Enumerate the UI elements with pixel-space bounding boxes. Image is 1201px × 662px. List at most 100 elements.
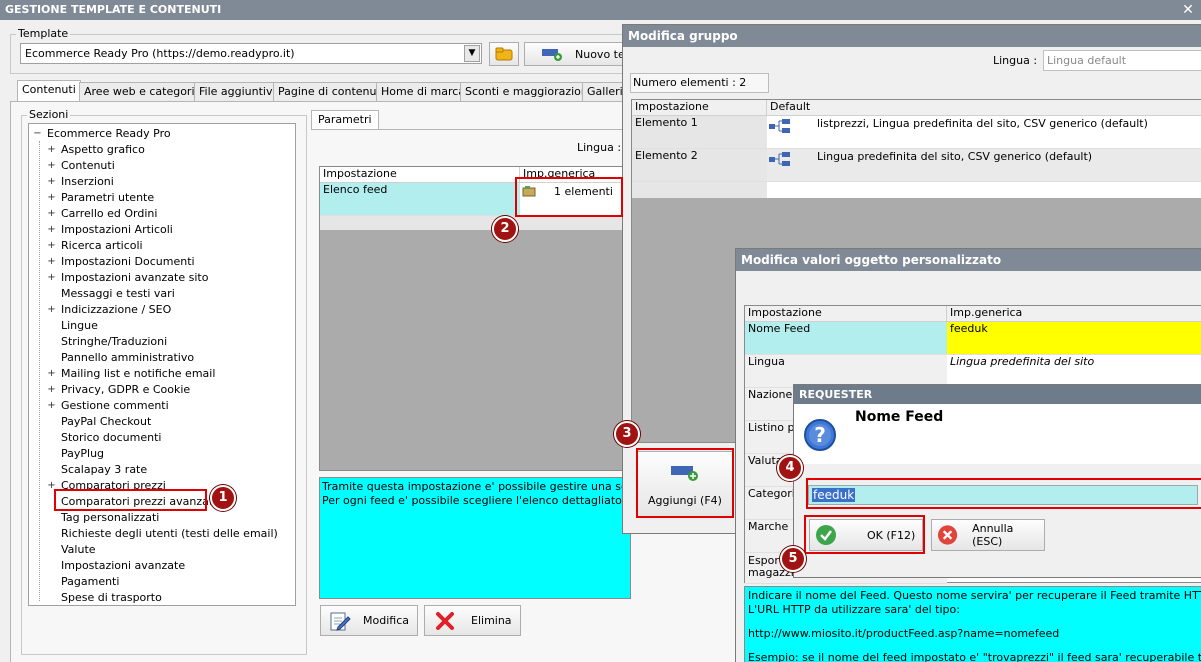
tree-item[interactable]: + Ricerca articoli (47, 238, 143, 254)
tree-item[interactable]: + Contenuti (47, 158, 114, 174)
tree-item[interactable]: Pannello amministrativo (47, 350, 194, 366)
tree-item-label: Pannello amministrativo (61, 351, 195, 364)
expand-icon[interactable]: + (47, 145, 56, 155)
tree-item[interactable]: Stringhe/Traduzioni (47, 334, 167, 350)
template-select-value: Ecommerce Ready Pro (https://demo.readyp… (25, 47, 295, 60)
tab-home-marca[interactable]: Home di marca (376, 82, 471, 102)
tree-item[interactable]: + Inserzioni (47, 174, 114, 190)
question-icon: ? (804, 419, 836, 451)
expand-icon[interactable]: + (47, 241, 56, 251)
tree-item[interactable]: Messaggi e testi vari (47, 286, 175, 302)
tree-structure-icon (769, 119, 790, 133)
tab-sconti[interactable]: Sconti e maggiorazioni (460, 82, 596, 102)
tree-item[interactable]: + Aspetto grafico (47, 142, 145, 158)
tree-item-label: Inserzioni (61, 175, 114, 188)
gruppo-lingua-label: Lingua : (993, 54, 1038, 67)
expand-icon[interactable]: + (47, 401, 56, 411)
sections-tree[interactable]: − Ecommerce Ready Pro + Aspetto grafico + C… (28, 123, 296, 606)
expand-icon[interactable]: + (47, 257, 56, 267)
tree-item[interactable]: Impostazioni avanzate (47, 558, 185, 574)
annulla-label: Annulla (ESC) (972, 522, 1014, 548)
tree-item-label: Impostazioni avanzate sito (61, 271, 209, 284)
tree-item[interactable]: + Privacy, GDPR e Cookie (47, 382, 190, 398)
params-col-setting: Impostazione (320, 167, 520, 183)
gruppo-title-bar[interactable]: Modifica gruppo (623, 25, 1201, 47)
tree-item[interactable]: Lingue (47, 318, 98, 334)
gruppo-row1-value-cell[interactable]: listprezzi, Lingua predefinita del sito,… (767, 116, 1201, 149)
gruppo-row2-value-cell[interactable]: Lingua predefinita del sito, CSV generic… (767, 149, 1201, 182)
expand-icon[interactable]: + (47, 193, 56, 203)
tree-item[interactable]: Pagamenti (47, 574, 119, 590)
tree-item-label: Impostazioni Articoli (61, 223, 173, 236)
tree-item-label: Ricerca articoli (61, 239, 143, 252)
step-badge-3: 3 (614, 421, 640, 447)
template-select[interactable]: Ecommerce Ready Pro (https://demo.readyp… (20, 43, 482, 64)
gruppo-col-setting: Impostazione (632, 100, 767, 116)
expand-icon[interactable]: + (47, 369, 56, 379)
requester-title: REQUESTER (799, 388, 873, 401)
tree-item[interactable]: + Mailing list e notifiche email (47, 366, 215, 382)
tree-item[interactable]: Spese di trasporto (47, 590, 162, 606)
tree-item-label: Privacy, GDPR e Cookie (61, 383, 191, 396)
expand-icon[interactable]: + (47, 273, 56, 283)
tree-item[interactable]: Storico documenti (47, 430, 161, 446)
tree-item-label: Stringhe/Traduzioni (61, 335, 168, 348)
tree-item[interactable]: Richieste degli utenti (testi delle emai… (47, 526, 278, 542)
tab-parametri[interactable]: Parametri (311, 110, 379, 130)
tab-pagine-contenuti[interactable]: Pagine di contenuti (273, 82, 389, 102)
params-desc-line2: Per ogni feed e' possibile scegliere l'e… (322, 494, 630, 507)
tree-item[interactable]: Tag personalizzati (47, 510, 159, 526)
tree-item-label: PayPlug (61, 447, 105, 460)
tree-item-label: Scalapay 3 rate (61, 463, 148, 476)
tree-item[interactable]: + Indicizzazione / SEO (47, 302, 171, 318)
tree-root[interactable]: − Ecommerce Ready Pro (33, 126, 170, 142)
valori-row-nome-feed[interactable]: Nome Feed (745, 322, 947, 355)
main-title-bar[interactable]: GESTIONE TEMPLATE E CONTENUTI (0, 0, 1201, 20)
tree-item[interactable]: + Impostazioni avanzate sito (47, 270, 208, 286)
tree-item[interactable]: + Impostazioni Articoli (47, 222, 173, 238)
folder-icon (495, 47, 513, 61)
tab-file-aggiuntivi[interactable]: File aggiuntivi (194, 82, 281, 102)
params-row-label[interactable]: Elenco feed (320, 183, 520, 216)
step-badge-4: 4 (777, 455, 803, 481)
tree-item[interactable]: + Carrello ed Ordini (47, 206, 157, 222)
valori-title-bar[interactable]: Modifica valori oggetto personalizzato (736, 249, 1201, 271)
highlight-comparatori-avanzato (54, 489, 207, 511)
expand-icon[interactable]: + (47, 161, 56, 171)
gruppo-row2-label[interactable]: Elemento 2 (632, 149, 767, 182)
valori-col-generic: Imp.generica (947, 306, 1201, 322)
gruppo-col-default: Default (767, 100, 1201, 116)
close-icon[interactable]: ✕ (1181, 3, 1195, 17)
tree-item[interactable]: + Impostazioni Documenti (47, 254, 195, 270)
valori-help: Indicare il nome del Feed. Questo nome s… (744, 586, 1201, 662)
tree-item[interactable]: + Parametri utente (47, 190, 154, 206)
expand-icon[interactable]: + (47, 209, 56, 219)
tree-item[interactable]: PayPlug (47, 446, 104, 462)
template-label: Template (16, 27, 71, 40)
gruppo-blank-row-label (632, 182, 767, 198)
gruppo-lingua-input[interactable]: Lingua default (1043, 50, 1201, 71)
collapse-icon[interactable]: − (33, 129, 42, 139)
tab-contenuti[interactable]: Contenuti (17, 80, 81, 102)
annulla-button[interactable]: Annulla (ESC) (931, 519, 1045, 551)
tab-aree-web[interactable]: Aree web e categorie (79, 82, 207, 102)
expand-icon[interactable]: + (47, 177, 56, 187)
expand-icon[interactable]: + (47, 305, 56, 315)
elimina-button[interactable]: Elimina (424, 605, 521, 636)
gruppo-count: Numero elementi : 2 (630, 73, 769, 93)
tree-item[interactable]: Scalapay 3 rate (47, 462, 147, 478)
tree-item[interactable]: PayPal Checkout (47, 414, 151, 430)
modifica-button[interactable]: Modifica (320, 605, 418, 636)
tree-item-label: Impostazioni Documenti (61, 255, 195, 268)
tree-guide-line (39, 141, 40, 601)
tree-item[interactable]: Valute (47, 542, 96, 558)
folder-button[interactable] (489, 42, 519, 66)
nuovo-template-button[interactable]: Nuovo ter (524, 42, 634, 66)
expand-icon[interactable]: + (47, 225, 56, 235)
tree-item[interactable]: + Gestione commenti (47, 398, 168, 414)
gruppo-row1-label[interactable]: Elemento 1 (632, 116, 767, 149)
expand-icon[interactable]: + (47, 385, 56, 395)
chevron-down-icon[interactable]: ▼ (464, 45, 480, 62)
valori-row-nome-feed-value[interactable]: feeduk (947, 322, 1201, 355)
requester-title-bar[interactable]: REQUESTER (794, 385, 1201, 404)
